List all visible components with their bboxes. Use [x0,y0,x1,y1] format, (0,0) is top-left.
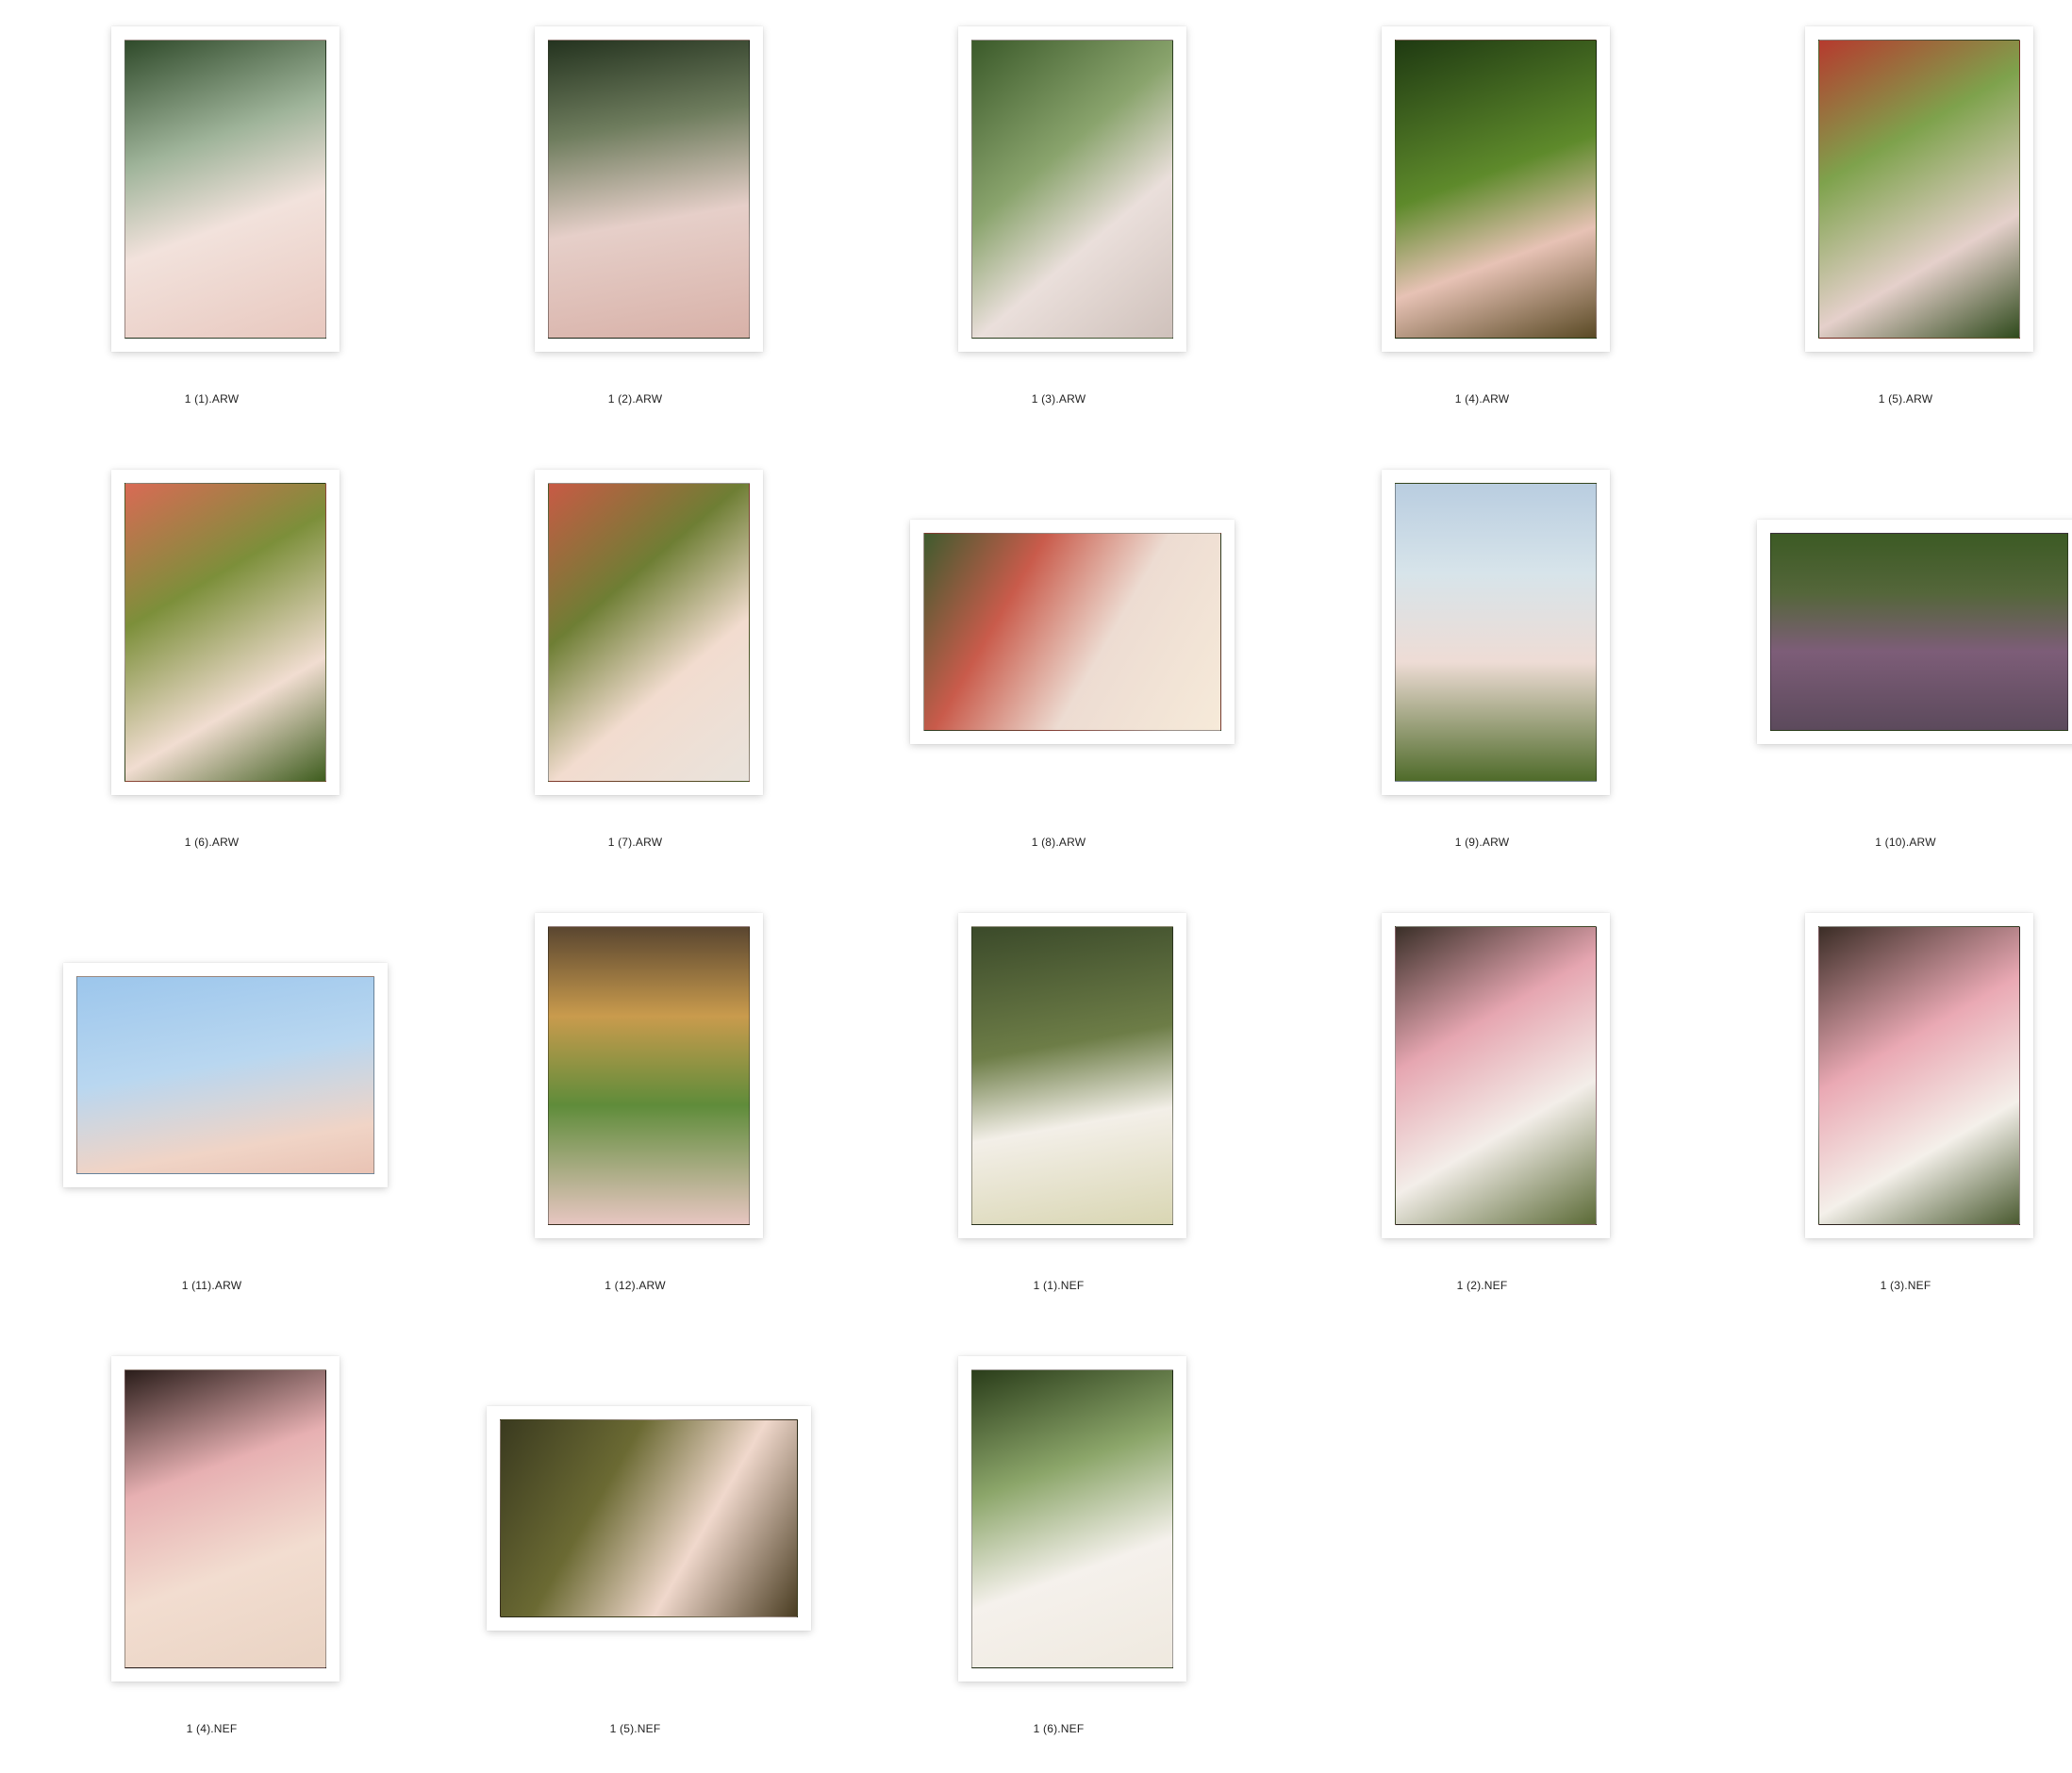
file-item[interactable]: 1 (3).ARW [847,0,1270,443]
photo [500,1419,798,1617]
file-item[interactable]: 1 (1).ARW [0,0,423,443]
file-item[interactable]: 1 (11).ARW [0,886,423,1330]
file-name: 1 (2).ARW [607,392,663,406]
photo [1818,40,2020,339]
thumbnail[interactable] [1382,913,1610,1238]
thumbnail[interactable] [63,963,388,1187]
file-item[interactable]: 1 (3).NEF [1694,886,2072,1330]
file-item[interactable]: 1 (9).ARW [1270,443,1694,886]
photo [971,40,1173,339]
photo [548,483,750,782]
file-item[interactable]: 1 (4).NEF [0,1330,423,1773]
file-name: 1 (9).ARW [1454,836,1510,849]
photo [1395,40,1597,339]
file-item[interactable]: 1 (12).ARW [423,886,847,1330]
photo [923,533,1221,731]
photo [1770,533,2068,731]
file-item[interactable]: 1 (2).NEF [1270,886,1694,1330]
thumbnail[interactable] [1757,520,2072,744]
file-name: 1 (10).ARW [1875,836,1936,849]
photo [124,40,326,339]
thumbnail[interactable] [1805,26,2033,352]
thumbnail[interactable] [958,1356,1186,1682]
photo [548,926,750,1225]
thumbnail[interactable] [958,26,1186,352]
photo [124,1369,326,1668]
file-item[interactable]: 1 (6).NEF [847,1330,1270,1773]
file-name: 1 (8).ARW [1031,836,1086,849]
file-name: 1 (5).ARW [1878,392,1933,406]
photo [1395,926,1597,1225]
file-name: 1 (6).ARW [184,836,240,849]
photo [76,976,374,1174]
file-item[interactable]: 1 (5).NEF [423,1330,847,1773]
file-name: 1 (1).ARW [184,392,240,406]
thumbnail[interactable] [111,26,340,352]
photo [124,483,326,782]
file-name: 1 (3).NEF [1880,1279,1931,1292]
file-item[interactable]: 1 (5).ARW [1694,0,2072,443]
file-name: 1 (1).NEF [1033,1279,1085,1292]
thumbnail[interactable] [958,913,1186,1238]
thumbnail[interactable] [111,470,340,795]
file-item[interactable]: 1 (6).ARW [0,443,423,886]
file-item[interactable]: 1 (1).NEF [847,886,1270,1330]
file-name: 1 (11).ARW [181,1279,242,1292]
thumbnail[interactable] [1382,26,1610,352]
thumbnail[interactable] [111,1356,340,1682]
file-name: 1 (7).ARW [607,836,663,849]
photo [1395,483,1597,782]
file-name: 1 (3).ARW [1031,392,1086,406]
file-name: 1 (2).NEF [1456,1279,1508,1292]
file-name: 1 (6).NEF [1033,1722,1085,1735]
photo [971,926,1173,1225]
file-name: 1 (4).ARW [1454,392,1510,406]
file-item[interactable]: 1 (8).ARW [847,443,1270,886]
thumbnail[interactable] [535,470,763,795]
photo [971,1369,1173,1668]
file-item[interactable]: 1 (7).ARW [423,443,847,886]
photo [548,40,750,339]
thumbnail[interactable] [1805,913,2033,1238]
file-name: 1 (4).NEF [186,1722,238,1735]
thumbnail[interactable] [535,26,763,352]
file-item[interactable]: 1 (4).ARW [1270,0,1694,443]
photo [1818,926,2020,1225]
thumbnail[interactable] [487,1406,811,1631]
thumbnail[interactable] [535,913,763,1238]
file-name: 1 (5).NEF [609,1722,661,1735]
file-item[interactable]: 1 (2).ARW [423,0,847,443]
thumbnail[interactable] [910,520,1235,744]
file-name: 1 (12).ARW [605,1279,666,1292]
thumbnail[interactable] [1382,470,1610,795]
file-item[interactable]: 1 (10).ARW [1694,443,2072,886]
